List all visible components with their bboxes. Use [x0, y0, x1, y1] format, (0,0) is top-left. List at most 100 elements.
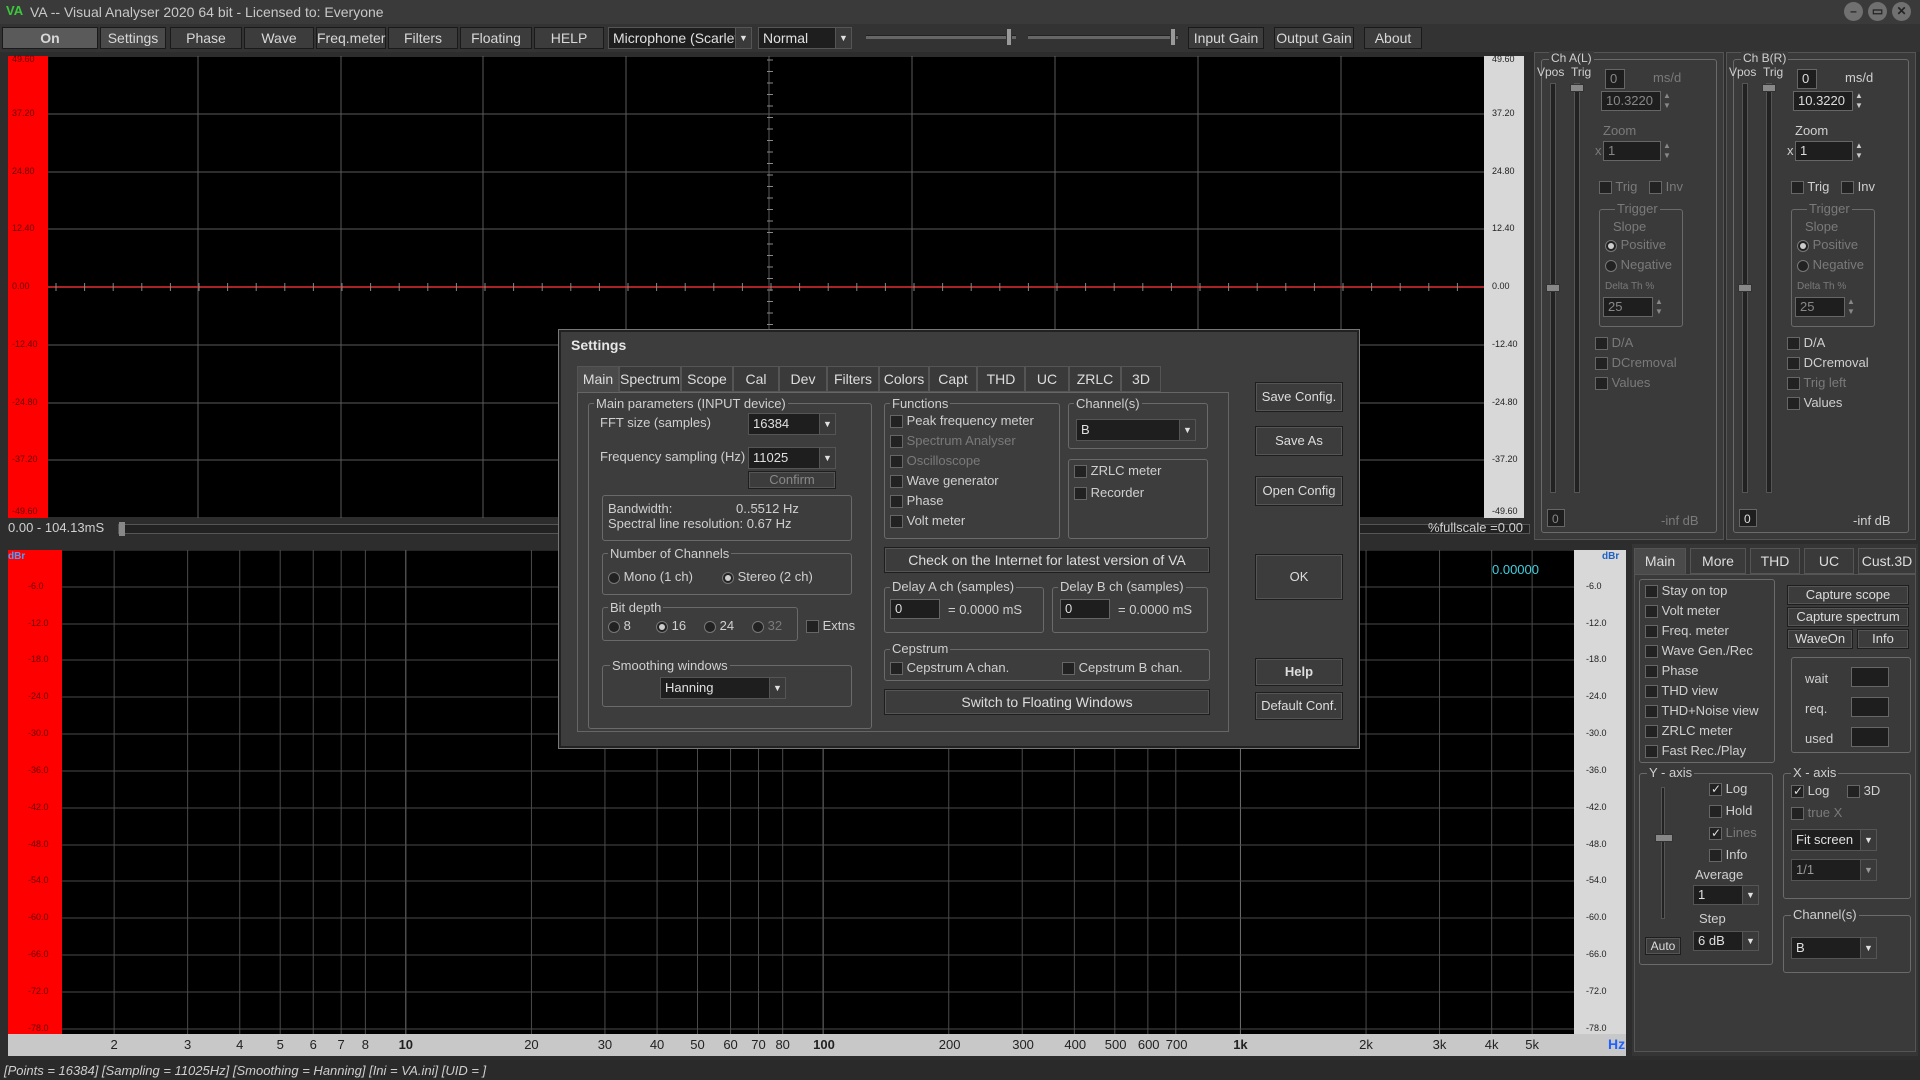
slider-thumb[interactable]	[1006, 28, 1012, 46]
capture-scope-button[interactable]: Capture scope	[1787, 585, 1909, 605]
help-button[interactable]: HELP	[534, 27, 604, 49]
bit-16-radio[interactable]	[656, 620, 668, 633]
floating-button[interactable]: Floating	[460, 27, 532, 49]
close-icon[interactable]: ✕	[1892, 2, 1911, 21]
da-checkbox[interactable]	[1595, 337, 1608, 351]
panel-tab-uc[interactable]: UC	[1804, 548, 1854, 574]
zrlc-checkbox[interactable]	[1074, 465, 1087, 479]
mono-radio[interactable]	[608, 571, 620, 584]
panel-tab-thd[interactable]: THD	[1750, 548, 1800, 574]
settings-tab-3d[interactable]: 3D	[1121, 366, 1161, 392]
trig-checkbox[interactable]	[1599, 181, 1612, 195]
inv-checkbox[interactable]	[1841, 181, 1854, 195]
output-gain-button[interactable]: Output Gain	[1274, 27, 1354, 49]
settings-tab-cal[interactable]: Cal	[733, 366, 779, 392]
dialog-channel-select[interactable]: B ▼	[1076, 419, 1196, 441]
y-info-checkbox[interactable]	[1709, 849, 1722, 863]
option-volt-meter[interactable]: Volt meter	[1645, 603, 1720, 619]
channel-select[interactable]: B ▼	[1791, 937, 1877, 959]
bit-32-radio[interactable]	[752, 620, 764, 633]
ok-button[interactable]: OK	[1255, 554, 1343, 600]
time-input[interactable]: 10.3220	[1601, 91, 1661, 111]
panel-tab-main[interactable]: Main	[1634, 548, 1686, 574]
slider-thumb[interactable]	[1170, 28, 1176, 46]
scope-scroll-thumb[interactable]	[119, 522, 125, 536]
spin-icon[interactable]: ▲ ▼	[1663, 141, 1677, 161]
spectrum-analyser-checkbox[interactable]	[890, 435, 903, 449]
used-field[interactable]	[1851, 727, 1889, 747]
spin-icon[interactable]: ▲ ▼	[1855, 141, 1869, 161]
sampling-select[interactable]: 11025 ▼	[748, 447, 836, 469]
option-checkbox[interactable]	[1645, 605, 1658, 619]
zoom-input[interactable]: 1	[1795, 141, 1853, 161]
option-checkbox[interactable]	[1645, 745, 1658, 759]
switch-floating-button[interactable]: Switch to Floating Windows	[884, 689, 1210, 715]
settings-tab-zrlc[interactable]: ZRLC	[1069, 366, 1121, 392]
bit-8-radio[interactable]	[608, 620, 620, 633]
time-input[interactable]: 10.3220	[1793, 91, 1853, 111]
x-log-checkbox[interactable]	[1791, 785, 1804, 799]
phase-checkbox[interactable]	[890, 495, 903, 509]
option-phase[interactable]: Phase	[1645, 663, 1698, 679]
slider-thumb[interactable]	[1655, 834, 1673, 842]
settings-tab-colors[interactable]: Colors	[879, 366, 929, 392]
maximize-icon[interactable]: ▭	[1868, 2, 1887, 21]
step-select[interactable]: 6 dB ▼	[1693, 931, 1759, 951]
oscilloscope-checkbox[interactable]	[890, 455, 903, 469]
settings-tab-scope[interactable]: Scope	[681, 366, 733, 392]
ratio-select[interactable]: 1/1 ▼	[1791, 859, 1877, 881]
option-freq-meter[interactable]: Freq. meter	[1645, 623, 1729, 639]
zoom-input[interactable]: 1	[1603, 141, 1661, 161]
about-button[interactable]: About	[1364, 27, 1422, 49]
values-checkbox[interactable]	[1595, 377, 1608, 391]
save-as-button[interactable]: Save As	[1255, 426, 1343, 456]
trig-level-slider[interactable]	[1570, 83, 1584, 493]
extns-checkbox[interactable]	[806, 620, 819, 634]
panel-tab-cust-3d[interactable]: Cust.3D	[1858, 548, 1916, 574]
wave-generator-checkbox[interactable]	[890, 475, 903, 489]
negative-radio[interactable]	[1797, 259, 1809, 272]
settings-tab-thd[interactable]: THD	[977, 366, 1025, 392]
log-checkbox[interactable]	[1709, 783, 1722, 797]
input-device-select[interactable]: Microphone (Scarlet ▼	[608, 27, 752, 49]
peak-frequency-checkbox[interactable]	[890, 415, 903, 429]
settings-tab-filters[interactable]: Filters	[827, 366, 879, 392]
phase-button[interactable]: Phase	[170, 27, 242, 49]
slider-thumb[interactable]	[1546, 284, 1560, 292]
delta-input[interactable]: 25	[1795, 297, 1845, 317]
delay-a-input[interactable]: 0	[890, 599, 940, 619]
spin-icon[interactable]: ▲ ▼	[1855, 91, 1869, 111]
delta-input[interactable]: 25	[1603, 297, 1653, 317]
positive-radio[interactable]	[1797, 239, 1809, 252]
inv-checkbox[interactable]	[1649, 181, 1662, 195]
dcremoval-checkbox[interactable]	[1787, 357, 1800, 371]
recorder-checkbox[interactable]	[1074, 487, 1087, 501]
help-dialog-button[interactable]: Help	[1255, 658, 1343, 686]
req-field[interactable]	[1851, 697, 1889, 717]
msd-input[interactable]: 0	[1605, 69, 1625, 89]
output-gain-slider[interactable]	[1028, 28, 1178, 46]
cepstrum-b-checkbox[interactable]	[1062, 662, 1075, 676]
settings-tab-dev[interactable]: Dev	[779, 366, 827, 392]
option-thd-noise-view[interactable]: THD+Noise view	[1645, 703, 1759, 719]
slider-thumb[interactable]	[1570, 84, 1584, 92]
option-checkbox[interactable]	[1645, 665, 1658, 679]
input-gain-slider[interactable]	[866, 28, 1016, 46]
msd-input[interactable]: 0	[1797, 69, 1817, 89]
spin-icon[interactable]: ▲ ▼	[1663, 91, 1677, 111]
spin-icon[interactable]: ▲ ▼	[1655, 297, 1669, 317]
bit-24-radio[interactable]	[704, 620, 716, 633]
slider-thumb[interactable]	[1762, 84, 1776, 92]
check-update-button[interactable]: Check on the Internet for latest version…	[884, 547, 1210, 573]
settings-button[interactable]: Settings	[100, 27, 166, 49]
da-checkbox[interactable]	[1787, 337, 1800, 351]
wave-button[interactable]: Wave	[244, 27, 314, 49]
x-3d-checkbox[interactable]	[1847, 785, 1860, 799]
panel-tab-more[interactable]: More	[1690, 548, 1746, 574]
true-x-checkbox[interactable]	[1791, 807, 1804, 821]
hold-checkbox[interactable]	[1709, 805, 1722, 819]
settings-tab-spectrum[interactable]: Spectrum	[619, 366, 681, 392]
trig-left-checkbox[interactable]	[1787, 377, 1800, 391]
option-zrlc-meter[interactable]: ZRLC meter	[1645, 723, 1732, 739]
positive-radio[interactable]	[1605, 239, 1617, 252]
